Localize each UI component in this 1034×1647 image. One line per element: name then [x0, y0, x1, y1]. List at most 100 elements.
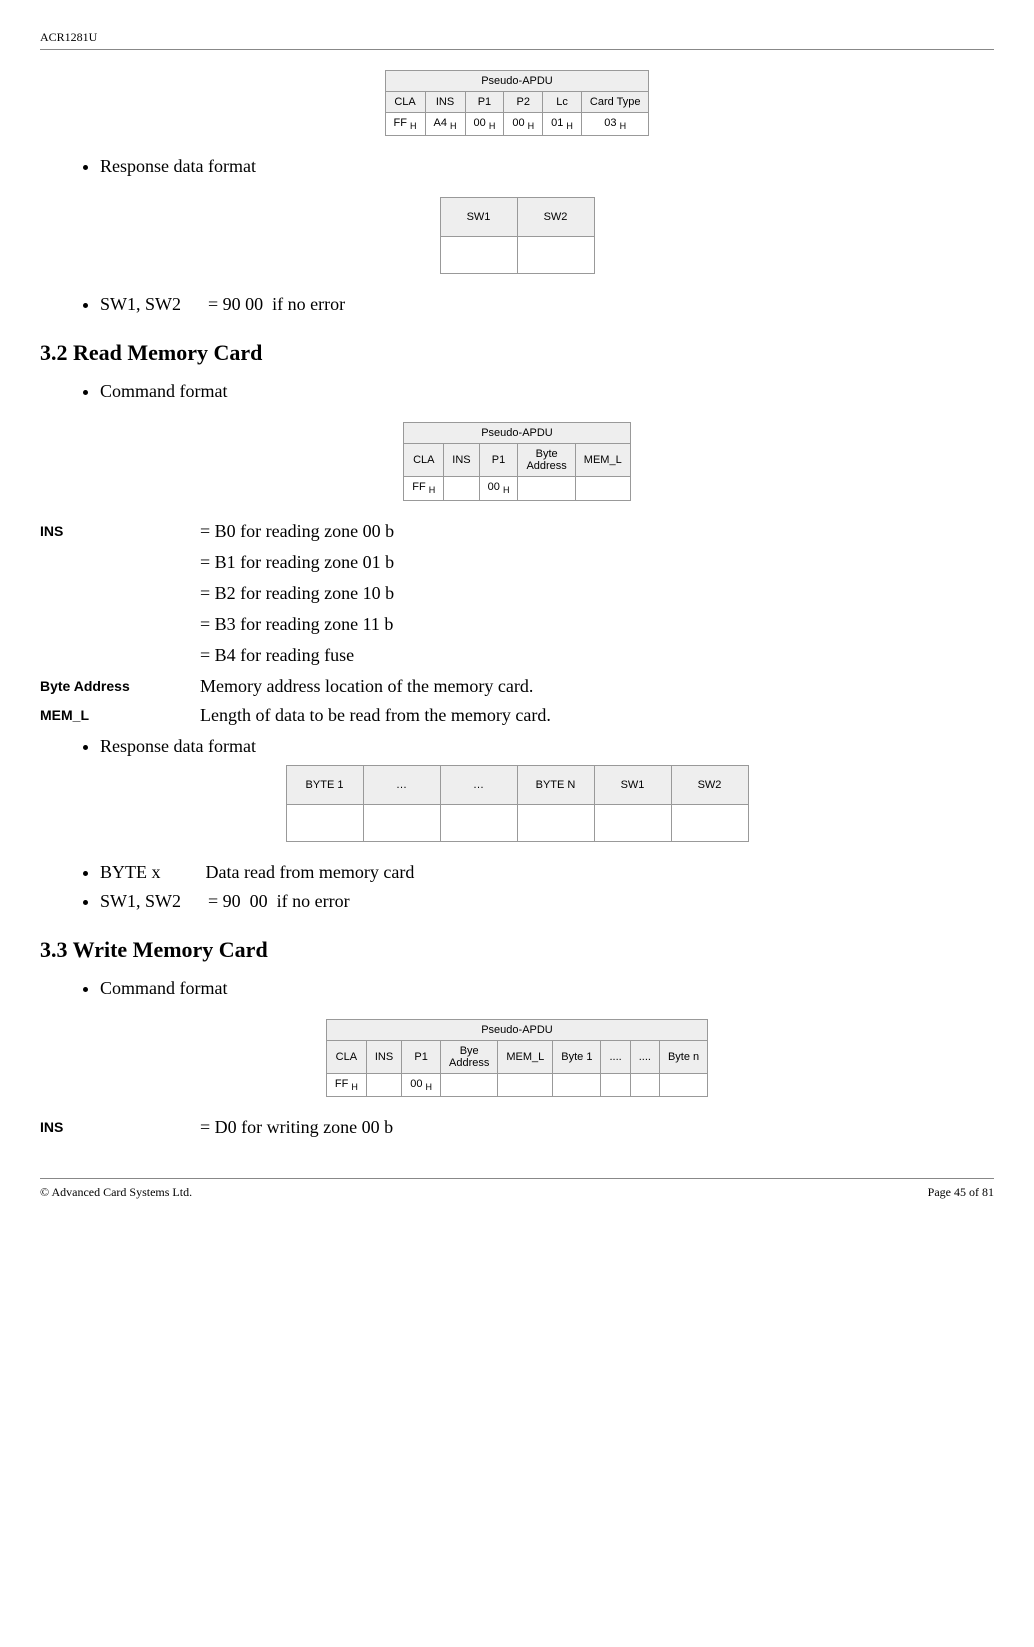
ins-definition: INS = B0 for reading zone 00 b: [40, 521, 994, 542]
list-item: SW1, SW2 = 90 00 if no error: [100, 891, 994, 912]
cell: [441, 1073, 498, 1096]
def-value: = D0 for writing zone 00 b: [200, 1117, 393, 1138]
table-title: Pseudo-APDU: [385, 71, 649, 92]
cell: 00 H: [465, 113, 504, 136]
cell: FF H: [326, 1073, 366, 1096]
col-header: P1: [465, 92, 504, 113]
cell: [659, 1073, 707, 1096]
list-item: Response data format: [100, 156, 994, 177]
col-header: …: [440, 765, 517, 804]
pseudo-apdu-table-1: Pseudo-APDU CLA INS P1 P2 Lc Card Type F…: [385, 70, 650, 136]
def-value: = B0 for reading zone 00 b: [200, 521, 394, 542]
col-header: SW1: [594, 765, 671, 804]
col-header: ByeAddress: [441, 1040, 498, 1073]
footer-right: Page 45 of 81: [928, 1185, 994, 1200]
def-value: Memory address location of the memory ca…: [200, 676, 533, 697]
def-label: Byte Address: [40, 676, 200, 697]
col-header: INS: [366, 1040, 401, 1073]
col-header: …: [363, 765, 440, 804]
cell: [363, 804, 440, 841]
table-title: Pseudo-APDU: [404, 423, 630, 444]
cell: [366, 1073, 401, 1096]
cell: [630, 1073, 659, 1096]
list-item: SW1, SW2 = 90 00 if no error: [100, 294, 994, 315]
col-header: CLA: [326, 1040, 366, 1073]
col-header: Lc: [543, 92, 582, 113]
col-header: CLA: [404, 444, 444, 477]
list-item: Command format: [100, 381, 994, 402]
cell: A4 H: [425, 113, 465, 136]
document-footer: © Advanced Card Systems Ltd. Page 45 of …: [40, 1178, 994, 1200]
def-label: INS: [40, 1117, 200, 1138]
def-value: = B4 for reading fuse: [40, 645, 994, 666]
def-value: Length of data to be read from the memor…: [200, 705, 551, 726]
product-code: ACR1281U: [40, 30, 97, 44]
col-header: BYTE 1: [286, 765, 363, 804]
cell: [517, 237, 594, 274]
col-header: Byte n: [659, 1040, 707, 1073]
cell: 01 H: [543, 113, 582, 136]
col-header: P1: [402, 1040, 441, 1073]
cell: FF H: [385, 113, 425, 136]
cell: FF H: [404, 477, 444, 500]
list-item: Response data format: [100, 736, 994, 757]
response-table: BYTE 1 … … BYTE N SW1 SW2: [286, 765, 749, 842]
bullet-list: Command format: [40, 381, 994, 402]
col-header: SW2: [671, 765, 748, 804]
cell: 03 H: [581, 113, 649, 136]
cell: 00 H: [504, 113, 543, 136]
col-header: SW1: [440, 198, 517, 237]
meml-definition: MEM_L Length of data to be read from the…: [40, 705, 994, 726]
cell: 00 H: [479, 477, 518, 500]
cell: [601, 1073, 630, 1096]
col-header: BYTE N: [517, 765, 594, 804]
bullet-list: Command format: [40, 978, 994, 999]
footer-left: © Advanced Card Systems Ltd.: [40, 1185, 192, 1200]
pseudo-apdu-table-2: Pseudo-APDU CLA INS P1 ByteAddress MEM_L…: [403, 422, 630, 500]
cell: [498, 1073, 553, 1096]
bullet-list: BYTE x Data read from memory card SW1, S…: [40, 862, 994, 912]
def-value: = B2 for reading zone 10 b: [40, 583, 994, 604]
col-header: Card Type: [581, 92, 649, 113]
table-title: Pseudo-APDU: [326, 1019, 707, 1040]
col-header: ....: [630, 1040, 659, 1073]
cell: [444, 477, 479, 500]
sw-table: SW1 SW2: [440, 197, 595, 274]
list-item: Command format: [100, 978, 994, 999]
cell: [286, 804, 363, 841]
cell: [440, 237, 517, 274]
bullet-list: SW1, SW2 = 90 00 if no error: [40, 294, 994, 315]
cell: [517, 804, 594, 841]
col-header: P2: [504, 92, 543, 113]
def-value: = B3 for reading zone 11 b: [40, 614, 994, 635]
ins-definition-write: INS = D0 for writing zone 00 b: [40, 1117, 994, 1138]
col-header: SW2: [517, 198, 594, 237]
col-header: P1: [479, 444, 518, 477]
pseudo-apdu-table-3: Pseudo-APDU CLA INS P1 ByeAddress MEM_L …: [326, 1019, 708, 1097]
col-header: MEM_L: [498, 1040, 553, 1073]
heading-3-2: 3.2 Read Memory Card: [40, 340, 994, 366]
col-header: MEM_L: [575, 444, 630, 477]
col-header: ....: [601, 1040, 630, 1073]
cell: [553, 1073, 601, 1096]
cell: 00 H: [402, 1073, 441, 1096]
cell: [518, 477, 575, 500]
col-header: CLA: [385, 92, 425, 113]
def-label: MEM_L: [40, 705, 200, 726]
def-value: = B1 for reading zone 01 b: [40, 552, 994, 573]
heading-3-3: 3.3 Write Memory Card: [40, 937, 994, 963]
cell: [594, 804, 671, 841]
col-header: Byte 1: [553, 1040, 601, 1073]
cell: [575, 477, 630, 500]
def-label: INS: [40, 521, 200, 542]
document-header: ACR1281U: [40, 30, 994, 50]
col-header: ByteAddress: [518, 444, 575, 477]
cell: [671, 804, 748, 841]
bullet-list: Response data format: [40, 736, 994, 757]
col-header: INS: [425, 92, 465, 113]
byte-address-definition: Byte Address Memory address location of …: [40, 676, 994, 697]
cell: [440, 804, 517, 841]
list-item: BYTE x Data read from memory card: [100, 862, 994, 883]
col-header: INS: [444, 444, 479, 477]
bullet-list: Response data format: [40, 156, 994, 177]
